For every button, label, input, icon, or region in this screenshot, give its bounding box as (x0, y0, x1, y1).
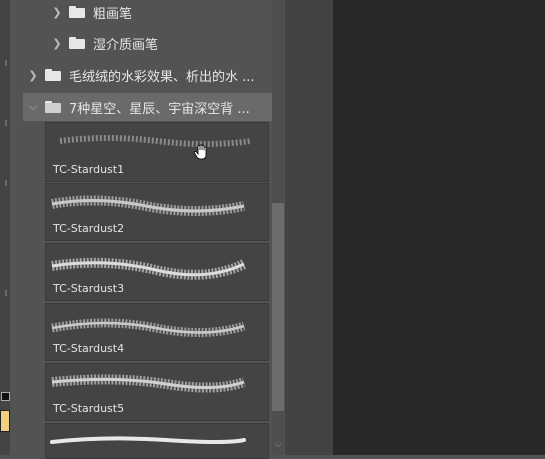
chevron-down-icon[interactable]: ⌵ (27, 100, 39, 114)
brushes-panel: ❯ 粗画笔 ❯ 湿介质画笔 ❯ 毛绒绒的水彩效果、析出的水 ... ⌵ 7种星空… (10, 0, 285, 459)
folder-label: 毛绒绒的水彩效果、析出的水 ... (69, 69, 255, 85)
tool-strip-tick (5, 60, 7, 66)
brush-stroke-preview (59, 135, 252, 147)
brush-name: TC-Stardust3 (53, 282, 125, 295)
folder-label: 湿介质画笔 (93, 37, 159, 53)
brush-name: TC-Stardust4 (53, 342, 125, 355)
brush-name: TC-Stardust2 (53, 222, 125, 235)
chevron-right-icon[interactable]: ❯ (27, 69, 39, 82)
color-swatch-background[interactable] (1, 392, 10, 401)
tool-strip-tick (5, 290, 7, 296)
color-swatch-foreground[interactable] (0, 410, 10, 432)
brush-preset[interactable]: TC-Stardust4 (45, 303, 269, 361)
brush-preset[interactable]: TC-Stardust3 (45, 243, 269, 301)
chevron-right-icon[interactable]: ❯ (51, 6, 63, 19)
tool-strip-tick (5, 180, 7, 186)
canvas-area[interactable] (333, 0, 545, 455)
scroll-thumb[interactable] (272, 203, 284, 411)
hand-cursor-icon (193, 144, 207, 160)
vertical-scrollbar[interactable]: ⌵ (272, 0, 284, 455)
brush-preset[interactable] (45, 423, 269, 459)
folder-row[interactable]: ❯ 粗画笔 (23, 0, 306, 26)
brush-name: TC-Stardust1 (53, 163, 125, 176)
tool-strip (0, 0, 10, 455)
folder-label: 7种星空、星辰、宇宙深空背 ... (69, 101, 250, 117)
scroll-down-icon[interactable]: ⌵ (272, 440, 284, 452)
folder-icon (69, 6, 85, 18)
folder-icon (45, 69, 61, 81)
folder-row[interactable]: ❯ 毛绒绒的水彩效果、析出的水 ... (23, 61, 282, 89)
folder-icon (69, 37, 85, 49)
brush-name: TC-Stardust5 (53, 402, 125, 415)
brush-preset[interactable]: TC-Stardust1 (45, 122, 269, 182)
brush-list: ❯ 粗画笔 ❯ 湿介质画笔 ❯ 毛绒绒的水彩效果、析出的水 ... ⌵ 7种星空… (23, 0, 282, 459)
chevron-right-icon[interactable]: ❯ (51, 37, 63, 50)
folder-open-icon (45, 101, 61, 113)
tool-strip-tick (5, 120, 7, 126)
brush-stroke-preview (50, 436, 246, 444)
brush-preset[interactable]: TC-Stardust2 (45, 183, 269, 241)
folder-row[interactable]: ❯ 湿介质画笔 (23, 29, 306, 57)
folder-label: 粗画笔 (93, 6, 133, 22)
brush-preset[interactable]: TC-Stardust5 (45, 363, 269, 421)
panel-divider (285, 0, 333, 455)
folder-row-selected[interactable]: ⌵ 7种星空、星辰、宇宙深空背 ... (23, 93, 282, 121)
